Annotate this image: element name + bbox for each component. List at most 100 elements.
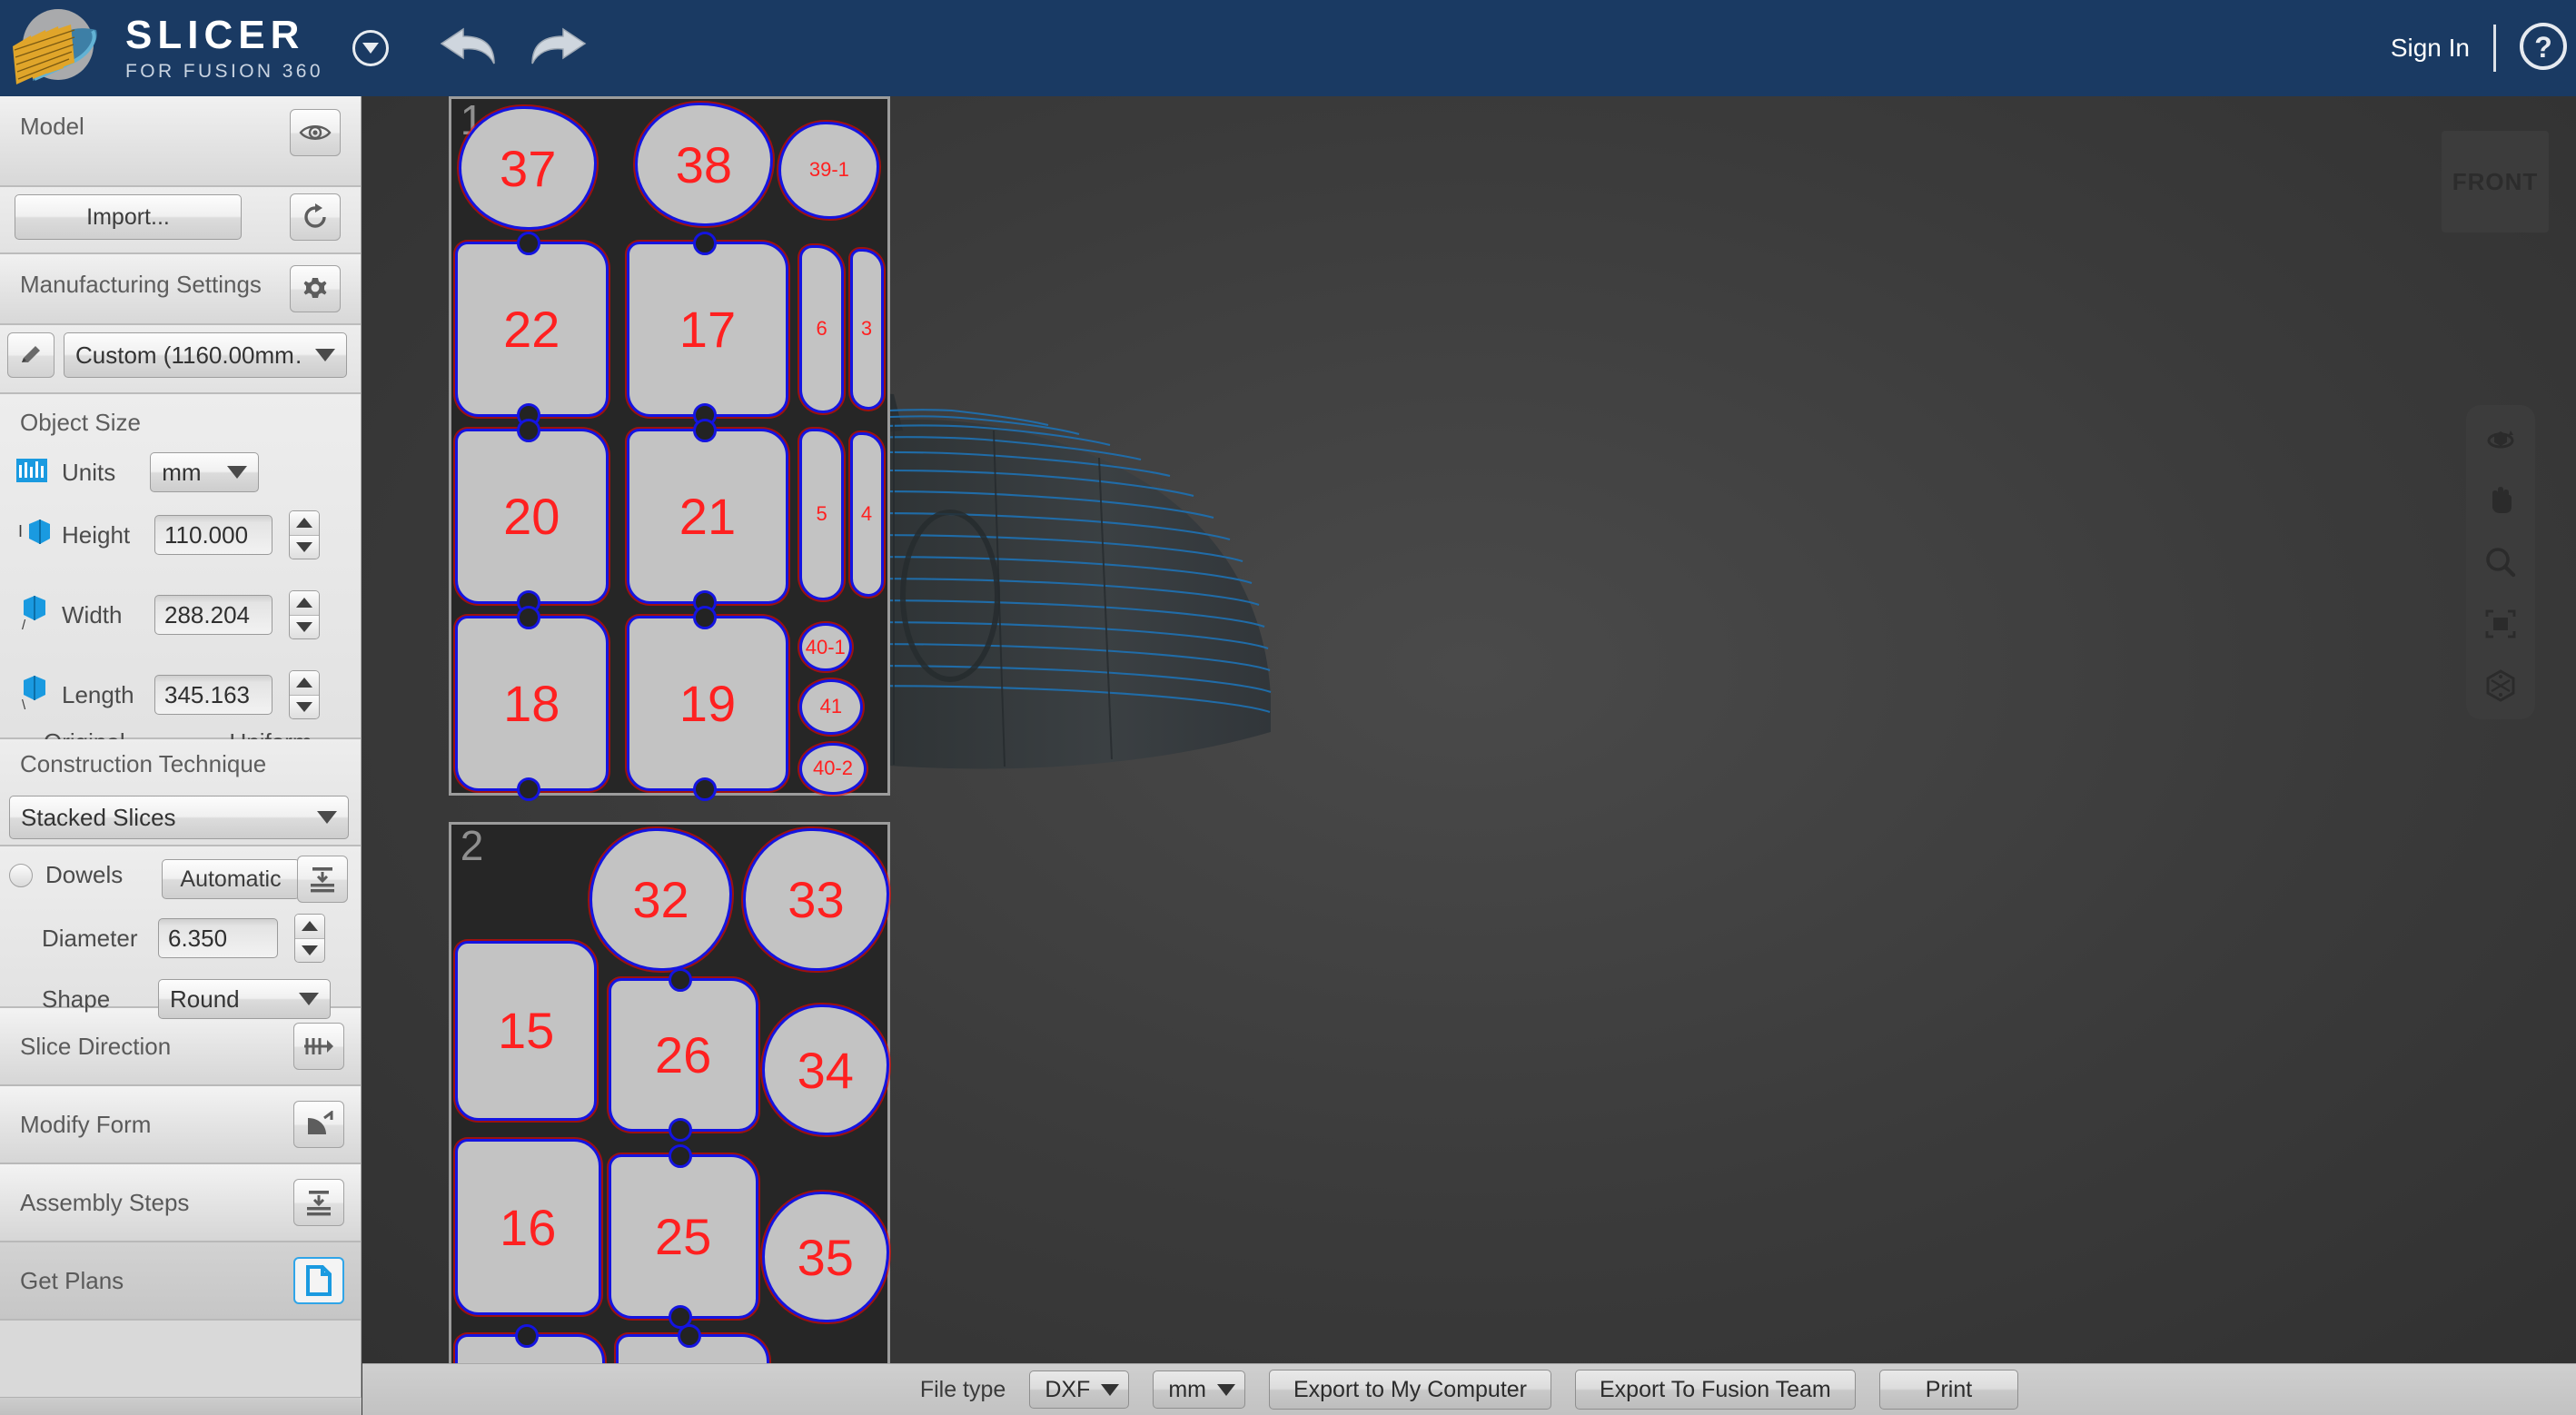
material-select[interactable]: Custom (1160.00mm… (64, 332, 347, 378)
width-stepper[interactable] (289, 590, 320, 639)
height-field[interactable] (154, 515, 272, 555)
gear-icon[interactable] (290, 265, 341, 312)
length-field[interactable] (154, 675, 272, 715)
slice-part[interactable]: 19 (627, 605, 788, 802)
slice-part[interactable]: 40-1 (798, 622, 852, 672)
slice-part-label: 41 (819, 695, 843, 718)
modify-form-label: Modify Form (20, 1110, 152, 1138)
sidebar-scrollbar[interactable] (0, 1397, 362, 1415)
sheet-panel[interactable]: 1 37 38 39-1 22 17 6 3 20 21 5 4 18 19 40-1 41 40-2 (448, 96, 890, 802)
sidebar-item-assembly-steps[interactable]: Assembly Steps (0, 1164, 361, 1242)
slice-part[interactable]: 37 (458, 106, 598, 231)
width-field[interactable] (154, 595, 272, 635)
slice-part[interactable]: 20 (454, 418, 609, 615)
undo-arrow-icon[interactable] (438, 24, 500, 74)
slice-part[interactable]: 17 (627, 231, 788, 428)
slice-part-label: 17 (679, 300, 737, 358)
viewport-3d[interactable]: 1 37 38 39-1 22 17 6 3 20 21 5 4 18 19 40-1 41 40-2 2 32 33… (362, 96, 2576, 1363)
slice-part[interactable]: 26 (608, 968, 758, 1143)
slice-direction-label: Slice Direction (20, 1032, 172, 1060)
slice-part[interactable]: 34 (761, 1004, 889, 1136)
slice-part-label: 4 (860, 502, 873, 526)
slice-part-label: 25 (655, 1207, 712, 1265)
height-label: Height (62, 520, 131, 549)
orbit-icon[interactable] (2480, 418, 2522, 460)
units-select[interactable]: mm (150, 452, 260, 492)
slice-part[interactable]: 18 (454, 605, 609, 802)
shape-select-value: Round (170, 985, 240, 1013)
logo-subtitle: FOR FUSION 360 (125, 61, 323, 82)
units-label: Units (62, 458, 116, 486)
slice-part[interactable]: 33 (743, 828, 889, 971)
slice-part[interactable]: 6 (798, 244, 845, 414)
file-type-label: File type (919, 1376, 1006, 1402)
slice-part-label: 34 (797, 1041, 854, 1099)
slice-part-label: 6 (816, 317, 827, 341)
dowel-hole (692, 605, 717, 629)
slice-direction-icon[interactable] (293, 1023, 344, 1070)
print-button[interactable]: Print (1878, 1370, 2019, 1410)
export-to-my-computer-button[interactable]: Export to My Computer (1268, 1370, 1551, 1410)
slice-part[interactable]: 39-1 (778, 121, 880, 219)
slice-part[interactable]: 23-1 (454, 1323, 605, 1363)
assembly-steps-icon[interactable] (293, 1179, 344, 1226)
dowel-hole (669, 968, 693, 993)
eye-icon[interactable] (290, 109, 341, 156)
dowel-hole (692, 418, 717, 442)
sidebar-item-get-plans[interactable]: Get Plans (0, 1242, 361, 1321)
slice-part[interactable]: 24 (616, 1323, 769, 1363)
length-stepper[interactable] (289, 670, 320, 719)
slice-part[interactable]: 38 (634, 103, 774, 227)
slice-part[interactable]: 3 (849, 248, 884, 410)
length-label: Length (62, 680, 134, 708)
sign-in-button[interactable]: Sign In (2367, 34, 2493, 63)
modify-form-icon[interactable] (293, 1101, 344, 1148)
sheet-panel[interactable]: 2 32 33 15 26 34 16 25 35 23-1 24 (448, 822, 890, 1363)
sidebar-item-modify-form[interactable]: Modify Form (0, 1086, 361, 1164)
app-logo: SLICER FOR FUSION 360 (5, 6, 323, 90)
export-units-select[interactable]: mm (1153, 1370, 1245, 1409)
dowels-radio[interactable] (9, 863, 33, 887)
file-format-value: DXF (1045, 1376, 1091, 1402)
slice-part[interactable]: 4 (849, 431, 884, 597)
length-cube-icon: \ (16, 675, 53, 716)
slice-part[interactable]: 41 (798, 678, 863, 736)
shape-select[interactable]: Round (158, 979, 331, 1019)
slice-part[interactable]: 25 (608, 1143, 758, 1330)
slice-part[interactable]: 22 (454, 231, 609, 428)
view-cube-icon[interactable] (2480, 665, 2522, 707)
fit-to-view-icon[interactable] (2480, 603, 2522, 645)
slice-part[interactable]: 35 (761, 1192, 889, 1323)
stack-down-icon[interactable] (297, 856, 348, 903)
help-question-icon[interactable]: ? (2518, 21, 2569, 76)
object-size-title: Object Size (20, 409, 141, 436)
construction-technique-value: Stacked Slices (21, 803, 176, 831)
slice-part[interactable]: 32 (590, 828, 732, 971)
height-stepper[interactable] (289, 510, 320, 559)
slice-part[interactable]: 5 (798, 428, 845, 601)
slice-part[interactable]: 40-2 (798, 742, 867, 796)
slice-part[interactable]: 16 (454, 1139, 601, 1315)
header-divider (2493, 25, 2496, 72)
export-to-fusion-team-button[interactable]: Export To Fusion Team (1575, 1370, 1856, 1410)
slice-part[interactable]: 15 (454, 940, 598, 1121)
slicer-logo-icon (5, 6, 116, 90)
model-actions: Import... (0, 187, 361, 254)
dowels-mode-button[interactable]: Automatic (162, 859, 300, 899)
zoom-magnifier-icon[interactable] (2480, 541, 2522, 583)
material-select-value: Custom (1160.00mm… (75, 341, 304, 369)
diameter-stepper[interactable] (294, 914, 325, 963)
redo-arrow-icon[interactable] (527, 24, 589, 74)
pan-hand-icon[interactable] (2480, 480, 2522, 521)
import-button[interactable]: Import... (15, 194, 242, 240)
refresh-icon[interactable] (290, 193, 341, 241)
diameter-field[interactable] (158, 918, 278, 958)
pencil-icon[interactable] (7, 332, 54, 378)
view-cube[interactable]: FRONT (2442, 131, 2549, 233)
document-plans-icon[interactable] (293, 1257, 344, 1304)
file-format-select[interactable]: DXF (1029, 1370, 1130, 1409)
chevron-down-circle-icon[interactable] (352, 30, 389, 66)
sidebar-item-slice-direction[interactable]: Slice Direction (0, 1008, 361, 1086)
slice-part[interactable]: 21 (627, 418, 788, 615)
construction-technique-select[interactable]: Stacked Slices (9, 796, 349, 839)
